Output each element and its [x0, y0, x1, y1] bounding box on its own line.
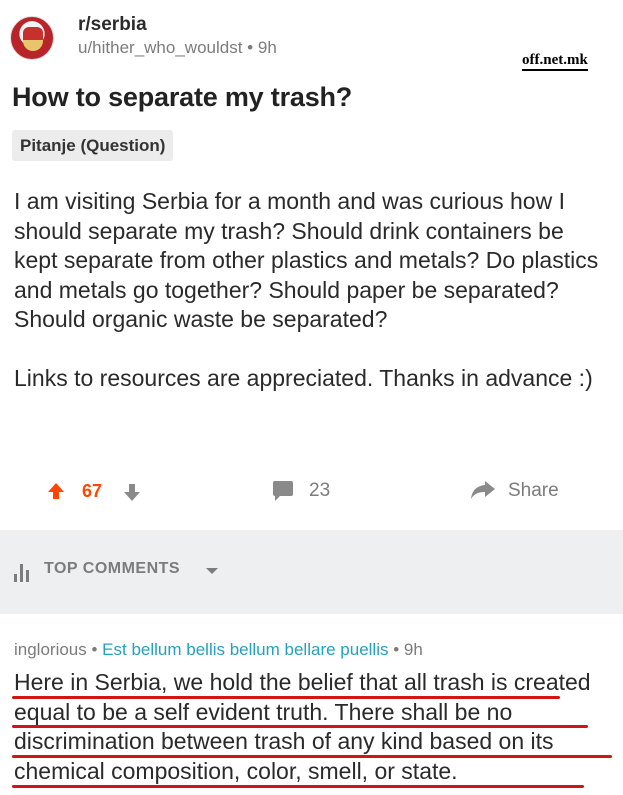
post-body-paragraph: Links to resources are appreciated. Than… — [14, 364, 593, 391]
watermark: off.net.mk — [522, 51, 588, 71]
comment-meta: inglorious • Est bellum bellis bellum be… — [14, 640, 423, 659]
post-body: I am visiting Serbia for a month and was… — [14, 187, 604, 393]
sort-label: TOP COMMENTS — [44, 560, 181, 577]
comment-age: 9h — [403, 640, 423, 659]
post-meta: u/hither_who_wouldst • 9h — [78, 38, 277, 57]
post-body-paragraph: I am visiting Serbia for a month and was… — [14, 188, 599, 332]
sort-icon — [14, 562, 34, 582]
upvote-icon[interactable] — [48, 483, 64, 499]
post-actions: 67 23 Share — [0, 472, 623, 512]
vote-score: 67 — [82, 481, 103, 501]
subreddit-name[interactable]: r/serbia — [78, 14, 147, 36]
post-author[interactable]: u/hither_who_wouldst — [78, 38, 242, 57]
share-label: Share — [508, 480, 559, 501]
subreddit-avatar[interactable] — [10, 16, 54, 60]
red-underline — [12, 696, 560, 699]
post-flair[interactable]: Pitanje (Question) — [12, 130, 174, 161]
comments-sort-bar: TOP COMMENTS — [0, 530, 623, 614]
comment-user-flair: Est bellum bellis bellum bellare puellis — [102, 640, 389, 659]
top-comment: inglorious • Est bellum bellis bellum be… — [0, 624, 623, 795]
comment-count: 23 — [309, 480, 331, 501]
chevron-down-icon — [206, 568, 218, 574]
red-underline — [12, 755, 612, 758]
comment-author[interactable]: inglorious — [14, 640, 87, 659]
post-card: r/serbia u/hither_who_wouldst • 9h off.n… — [0, 0, 623, 528]
red-underline — [12, 725, 588, 728]
post-age: 9h — [257, 38, 277, 57]
downvote-icon[interactable] — [124, 484, 140, 501]
red-underline — [12, 785, 584, 788]
post-header: r/serbia u/hither_who_wouldst • 9h off.n… — [10, 14, 610, 71]
post-title[interactable]: How to separate my trash? — [12, 82, 352, 113]
serbian-crest-icon — [23, 27, 43, 51]
comment-icon — [273, 481, 293, 501]
share-icon — [471, 481, 495, 499]
